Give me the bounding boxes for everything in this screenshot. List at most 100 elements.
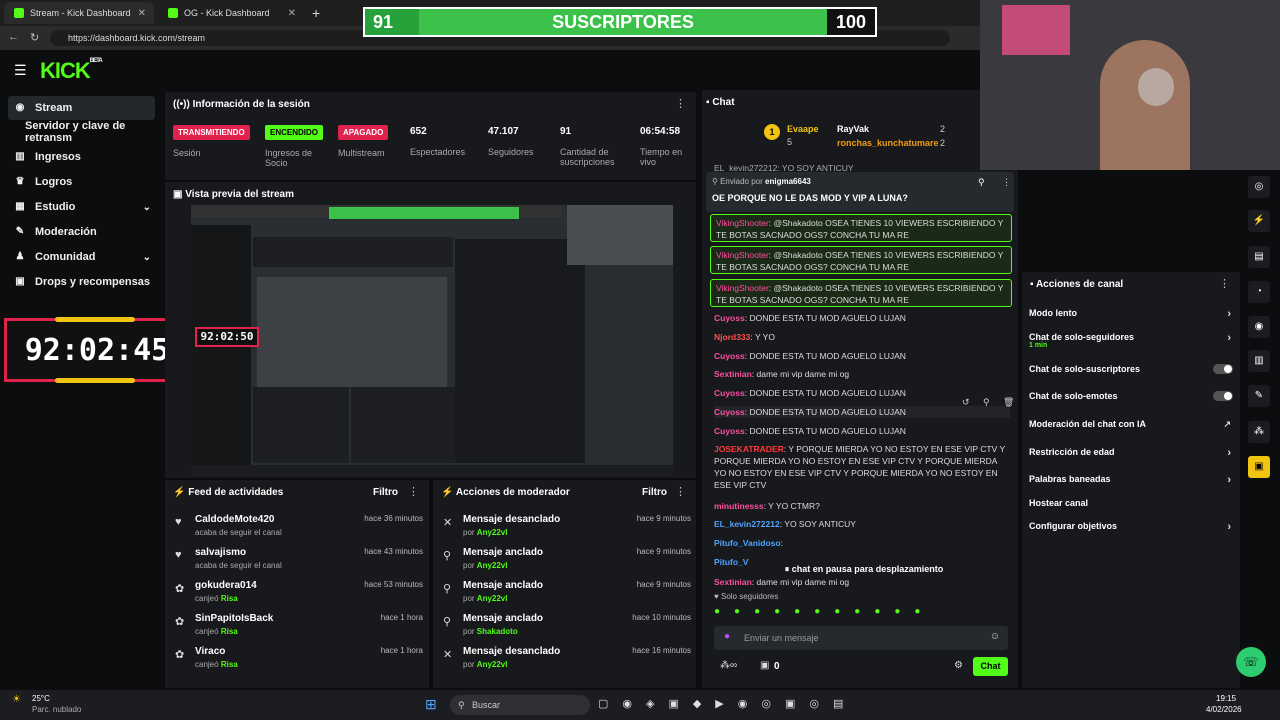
focus-icon[interactable]: ◎	[1248, 176, 1270, 198]
emoji-icon[interactable]: ☺	[990, 631, 1000, 642]
sidebar-item-comunidad[interactable]: ♟ Comunidad ⌄	[0, 245, 163, 269]
mic-icon: ●	[724, 631, 731, 642]
stream-icon: ◉	[15, 102, 25, 113]
windows-start-icon[interactable]: ⊞	[425, 696, 437, 713]
chat-message: EL_kevin272212: YO SOY ANTICUY	[714, 163, 854, 172]
sidebar-item-server[interactable]: Servidor y clave de retransm	[0, 120, 163, 144]
browser-tab-stream[interactable]: Stream - Kick Dashboard ✕	[4, 2, 154, 24]
close-tab-icon[interactable]: ✕	[138, 8, 146, 19]
weather-temp: 25°C	[32, 694, 50, 703]
sidebar-item-estudio[interactable]: ▦ Estudio ⌄	[0, 195, 163, 219]
chevron-right-icon: ›	[1227, 474, 1231, 486]
chat-send-button[interactable]: Chat	[973, 657, 1008, 676]
trash-icon[interactable]: 🗑	[1003, 397, 1014, 408]
reload-icon[interactable]: ↻	[30, 31, 39, 44]
close-tab-icon[interactable]: ✕	[288, 8, 296, 19]
gifter-name[interactable]: ronchas_kunchatumare	[837, 138, 939, 148]
more-options-icon[interactable]: ⋮	[1219, 277, 1230, 290]
kick-header: ☰ KICKBETA	[0, 50, 980, 90]
action-goals[interactable]: Configurar objetivos ›	[1029, 521, 1233, 533]
pause-icon: ⏸	[784, 564, 792, 574]
browser-tab-og[interactable]: OG - Kick Dashboard ✕	[158, 2, 304, 24]
taskbar-apps[interactable]: ▢◉◈▣◆▶◉◎▣◎▤	[598, 697, 857, 710]
chat-bubble-icon[interactable]: ◔	[1248, 281, 1270, 303]
pin-icon[interactable]: ⚲	[978, 177, 985, 188]
wrench-icon: ✎	[15, 226, 25, 237]
list-item: ♥ CaldodeMote420 acaba de seguir el cana…	[175, 514, 423, 537]
gifter-name[interactable]: RayVak	[837, 124, 869, 134]
chat-paused-notice[interactable]: ⏸ chat en pausa para desplazamiento	[776, 562, 952, 576]
undo-icon[interactable]: ↺	[962, 397, 970, 408]
action-host-channel[interactable]: Hostear canal	[1029, 498, 1233, 508]
unpin-icon: ✕	[443, 517, 453, 529]
bolt-icon[interactable]: ⚡	[1248, 210, 1270, 232]
kick-logo[interactable]: KICKBETA	[40, 58, 103, 84]
heart-icon: ♥	[175, 516, 182, 528]
stream-preview-video[interactable]: 92:02:50	[191, 205, 673, 476]
chevron-right-icon: ›	[1227, 447, 1231, 459]
action-emotes-only[interactable]: Chat de solo-emotes	[1029, 391, 1233, 401]
chat-message: Pitufo_Vanidoso:	[714, 538, 783, 548]
sidebar-item-ingresos[interactable]: ▥ Ingresos	[0, 145, 163, 169]
more-options-icon[interactable]: ⋮	[675, 97, 686, 110]
more-options-icon[interactable]: ⋮	[1002, 177, 1011, 188]
wrench-icon[interactable]: ✎	[1248, 385, 1270, 407]
more-options-icon[interactable]: ⋮	[675, 485, 686, 498]
emotes-only-toggle[interactable]	[1213, 391, 1233, 401]
chat-message-highlight: VikingShooter: @Shakadoto OSEA TIENES 10…	[710, 279, 1012, 307]
sidebar-item-drops[interactable]: ▣ Drops y recompensas	[0, 270, 163, 294]
more-options-icon[interactable]: ⋮	[408, 485, 419, 498]
back-icon[interactable]: ←	[8, 31, 19, 43]
top-gifter-name[interactable]: Evaape	[787, 124, 819, 134]
menu-icon[interactable]: ☰	[14, 62, 27, 79]
mod-filter-button[interactable]: Filtro	[642, 487, 667, 498]
chat-message: Njord333: Y YO	[714, 332, 775, 342]
sidebar-item-moderacion[interactable]: ✎ Moderación	[0, 220, 163, 244]
settings-icon[interactable]: ⚙	[954, 660, 963, 671]
sidebar-item-logros[interactable]: ♛ Logros	[0, 170, 163, 194]
taskbar-search[interactable]: ⚲ Buscar	[450, 695, 590, 715]
action-ai-moderation[interactable]: Moderación del chat con IA ↗	[1029, 419, 1233, 429]
gift-icon[interactable]: ▣	[1248, 456, 1270, 478]
redeem-icon: ✿	[175, 583, 185, 595]
chat-message: JOSEKATRADER: Y PORQUE MIERDA YO NO ESTO…	[714, 444, 1005, 490]
redeem-icon: ✿	[175, 616, 185, 628]
broadcast-icon[interactable]: ◉	[1248, 316, 1270, 338]
community-icon[interactable]: ⁂∞	[720, 660, 737, 671]
action-subs-only[interactable]: Chat de solo-suscriptores	[1029, 364, 1233, 374]
sub-label: SUSCRIPTORES	[419, 9, 827, 35]
action-banned-words[interactable]: Palabras baneadas ›	[1029, 474, 1233, 486]
session-title: ((•)) Información de la sesión	[173, 99, 310, 110]
points-icon[interactable]: ▣	[760, 660, 769, 671]
sidebar: ◉ Stream Servidor y clave de retransm ▥ In…	[0, 90, 163, 690]
kick-favicon-icon	[168, 8, 178, 18]
chat-message: minutinesss: Y YO CTMR?	[714, 501, 820, 511]
list-item: ⚲ Mensaje anclado por Any22vl hace 9 min…	[443, 547, 691, 570]
pin-icon[interactable]: ⚲	[983, 397, 990, 408]
stat-subs: 91 Cantidad de suscripciones	[560, 126, 615, 167]
community-icon[interactable]: ⁂	[1248, 421, 1270, 443]
redeem-icon: ✿	[175, 649, 185, 661]
action-age-restriction[interactable]: Restricción de edad ›	[1029, 447, 1233, 459]
kick-favicon-icon	[14, 8, 24, 18]
action-slow-mode[interactable]: Modo lento ›	[1029, 308, 1233, 320]
list-item: ✿ gokudera014 canjeó Risa hace 53 minuto…	[175, 580, 423, 603]
support-icon[interactable]: ☏	[1236, 647, 1266, 677]
rank-badge: 1	[764, 124, 780, 140]
webcam-overlay	[980, 0, 1280, 170]
layout-icon[interactable]: ▥	[1248, 350, 1270, 372]
notes-icon[interactable]: ▤	[1248, 246, 1270, 268]
chat-message-highlight: VikingShooter: @Shakadoto OSEA TIENES 10…	[710, 246, 1012, 274]
chat-input[interactable]: ● Enviar un mensaje ☺	[714, 626, 1008, 650]
trophy-icon: ♛	[15, 176, 25, 187]
stream-timer-overlay: 92:02:45	[4, 317, 190, 383]
stat-viewers: 652 Espectadores	[410, 126, 466, 157]
subs-only-toggle[interactable]	[1213, 364, 1233, 374]
activity-feed-panel: ⚡ Feed de actividades Filtro ⋮ ♥ Caldode…	[165, 480, 429, 688]
emote-bar[interactable]: ●●●●●●●●●●●	[714, 606, 1010, 620]
action-followers-only[interactable]: Chat de solo-seguidores 1 min ›	[1029, 332, 1233, 349]
feed-filter-button[interactable]: Filtro	[373, 487, 398, 498]
sidebar-item-stream[interactable]: ◉ Stream	[8, 96, 155, 120]
list-item: ⚲ Mensaje anclado por Any22vl hace 9 min…	[443, 580, 691, 603]
new-tab-button[interactable]: +	[308, 2, 328, 24]
